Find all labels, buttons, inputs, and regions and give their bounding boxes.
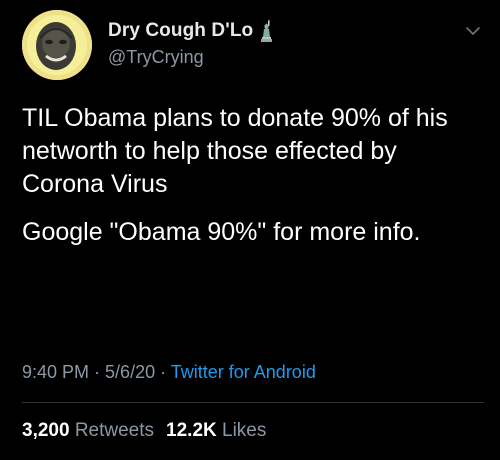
display-name[interactable]: Dry Cough D'Lo <box>108 20 253 42</box>
tweet-date[interactable]: 5/6/20 <box>105 362 155 382</box>
tweet-metadata: 9:40 PM · 5/6/20 · Twitter for Android <box>22 362 316 383</box>
retweets-stat[interactable]: 3,200 Retweets <box>22 420 154 441</box>
statue-of-liberty-icon <box>259 20 275 42</box>
avatar-portrait-icon <box>22 10 92 80</box>
meta-separator: · <box>155 362 171 382</box>
likes-label: Likes <box>222 420 267 441</box>
tweet-header: Dry Cough D'Lo @TryCrying <box>22 10 482 80</box>
tweet-text: TIL Obama plans to donate 90% of his net… <box>22 102 484 249</box>
chevron-down-icon[interactable] <box>464 24 482 38</box>
display-name-row: Dry Cough D'Lo <box>108 18 275 44</box>
retweets-label: Retweets <box>74 420 155 441</box>
avatar[interactable] <box>22 10 92 80</box>
likes-stat[interactable]: 12.2K Likes <box>166 420 266 441</box>
user-handle[interactable]: @TryCrying <box>108 47 275 68</box>
retweets-count: 3,200 <box>22 420 70 441</box>
tweet-card: Dry Cough D'Lo @TryCrying TIL Obama plan… <box>0 0 500 460</box>
tweet-text-paragraph-2: Google "Obama 90%" for more info. <box>22 218 421 246</box>
tweet-source-link[interactable]: Twitter for Android <box>171 362 316 382</box>
meta-separator: · <box>89 362 106 382</box>
divider <box>22 402 484 403</box>
tweet-text-paragraph-1: TIL Obama plans to donate 90% of his net… <box>22 104 448 198</box>
likes-count: 12.2K <box>166 420 217 441</box>
tweet-stats: 3,200 Retweets 12.2K Likes <box>22 420 266 442</box>
tweet-time[interactable]: 9:40 PM <box>22 362 89 382</box>
author-names: Dry Cough D'Lo @TryCrying <box>108 18 275 68</box>
